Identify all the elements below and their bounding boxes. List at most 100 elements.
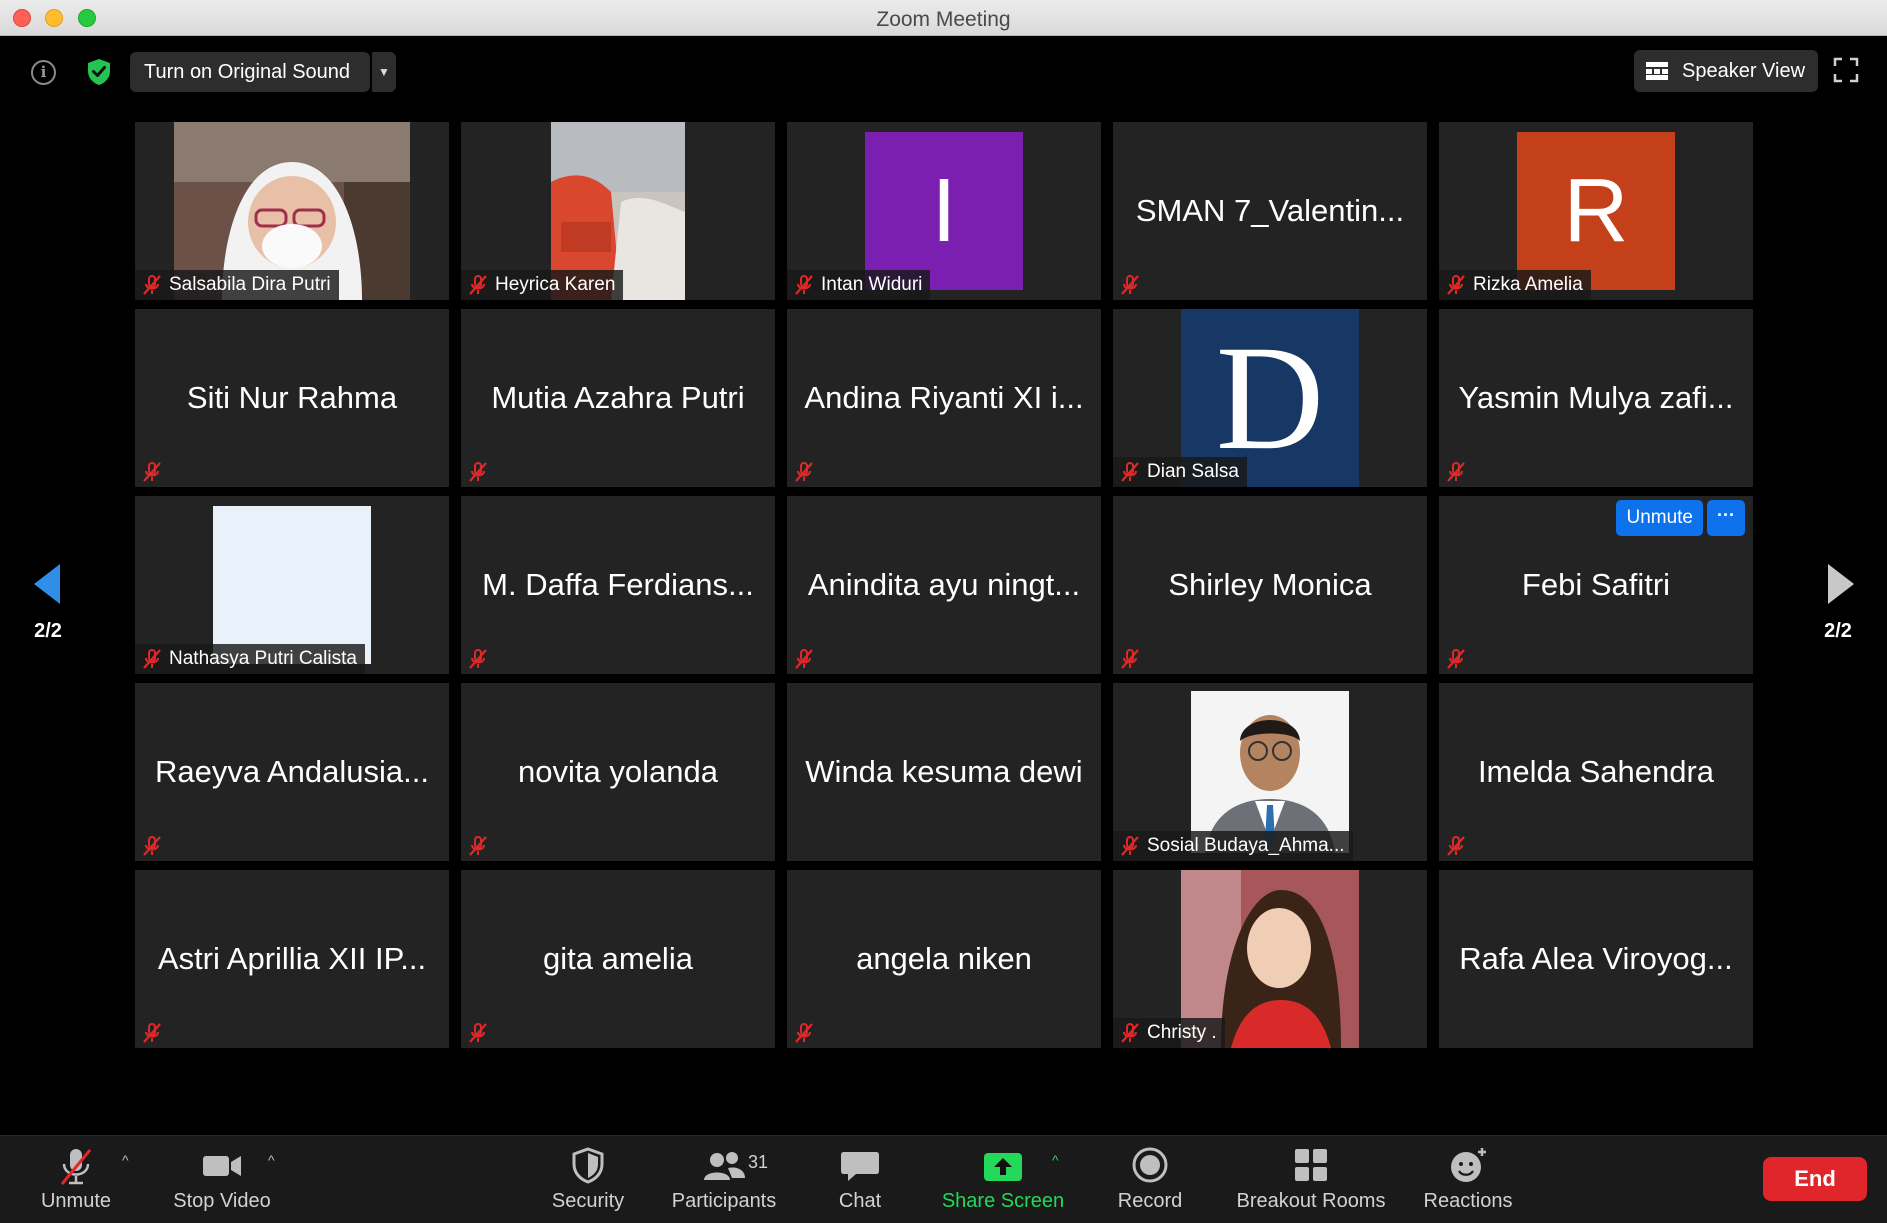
video-options-caret[interactable]: ^ xyxy=(268,1152,275,1168)
participant-name: Dian Salsa xyxy=(1147,461,1239,482)
share-screen-button[interactable]: Share Screen xyxy=(938,1144,1068,1218)
participant-name-label: Christy . xyxy=(1113,1018,1225,1048)
participant-name: gita amelia xyxy=(543,941,693,976)
record-button[interactable]: Record xyxy=(1112,1144,1188,1218)
muted-mic-icon xyxy=(795,275,813,295)
muted-mic-icon xyxy=(143,1023,161,1043)
muted-mic-icon xyxy=(1121,836,1139,856)
muted-mic-icon xyxy=(795,649,813,669)
share-options-caret[interactable]: ^ xyxy=(1052,1152,1059,1168)
page-indicator-right: 2/2 xyxy=(1824,620,1852,642)
record-icon xyxy=(1132,1147,1168,1183)
participant-name: Andina Riyanti XI i... xyxy=(804,380,1084,415)
participant-tile[interactable]: Nathasya Putri Calista xyxy=(135,496,449,674)
participant-tile[interactable]: Mutia Azahra Putri xyxy=(461,309,775,487)
record-label: Record xyxy=(1117,1190,1183,1212)
participant-tile[interactable]: novita yolanda xyxy=(461,683,775,861)
stop-video-button[interactable]: Stop Video xyxy=(168,1144,276,1218)
participant-tile[interactable]: Yasmin Mulya zafi... xyxy=(1439,309,1753,487)
participant-tile[interactable]: Raeyva Andalusia... xyxy=(135,683,449,861)
original-sound-dropdown[interactable]: ▼ xyxy=(372,52,396,92)
participants-count: 31 xyxy=(748,1152,769,1172)
end-meeting-button[interactable]: End xyxy=(1763,1157,1867,1201)
muted-mic-icon xyxy=(1121,462,1139,482)
participants-button[interactable]: Participants 31 xyxy=(664,1144,784,1218)
chat-label: Chat xyxy=(838,1190,882,1212)
participant-tile[interactable]: Shirley Monica xyxy=(1113,496,1427,674)
participant-tile[interactable]: Imelda Sahendra xyxy=(1439,683,1753,861)
share-screen-label: Share Screen xyxy=(941,1190,1065,1212)
breakout-rooms-button[interactable]: Breakout Rooms xyxy=(1230,1144,1392,1218)
participant-name: Sosial Budaya_Ahma... xyxy=(1147,835,1345,856)
participant-tile[interactable]: R Rizka Amelia xyxy=(1439,122,1753,300)
speaker-view-button[interactable]: Speaker View xyxy=(1634,50,1818,92)
microphone-muted-icon xyxy=(60,1149,92,1185)
participant-name: Rizka Amelia xyxy=(1473,274,1583,295)
meeting-toolbar: Unmute ^ Stop Video ^ Security Participa… xyxy=(0,1135,1887,1223)
muted-mic-icon xyxy=(143,836,161,856)
participant-tile[interactable]: Sosial Budaya_Ahma... xyxy=(1113,683,1427,861)
participant-tile[interactable]: Heyrica Karen xyxy=(461,122,775,300)
participant-tile[interactable]: M. Daffa Ferdians... xyxy=(461,496,775,674)
participant-tile[interactable]: Christy . xyxy=(1113,870,1427,1048)
muted-mic-icon xyxy=(469,836,487,856)
share-screen-icon xyxy=(984,1153,1022,1181)
shield-check-icon[interactable] xyxy=(86,58,112,86)
muted-mic-icon xyxy=(143,462,161,482)
fullscreen-icon[interactable] xyxy=(1832,56,1860,84)
participant-tile[interactable]: Astri Aprillia XII IP... xyxy=(135,870,449,1048)
participant-name: Raeyva Andalusia... xyxy=(154,754,429,789)
reactions-button[interactable]: Reactions xyxy=(1420,1144,1516,1218)
caret-down-icon: ▼ xyxy=(378,65,390,79)
participant-tile[interactable]: D Dian Salsa xyxy=(1113,309,1427,487)
participant-tile[interactable]: SMAN 7_Valentin... xyxy=(1113,122,1427,300)
participant-name: Heyrica Karen xyxy=(495,274,616,295)
meeting-area: i Turn on Original Sound ▼ Speaker View … xyxy=(0,36,1887,1135)
ask-to-unmute-button[interactable]: Unmute xyxy=(1616,500,1703,536)
participant-name: Salsabila Dira Putri xyxy=(169,274,331,295)
muted-mic-icon xyxy=(795,1023,813,1043)
muted-mic-icon xyxy=(1447,649,1465,669)
participant-name: Nathasya Putri Calista xyxy=(169,648,357,669)
security-shield-icon xyxy=(572,1147,604,1184)
unmute-button[interactable]: Unmute xyxy=(30,1144,122,1218)
audio-options-caret[interactable]: ^ xyxy=(122,1152,129,1168)
participant-tile[interactable]: Winda kesuma dewi xyxy=(787,683,1101,861)
security-button[interactable]: Security xyxy=(544,1144,632,1218)
next-page-arrow[interactable] xyxy=(1826,562,1856,606)
chat-bubble-icon xyxy=(841,1152,879,1181)
participant-name-label: Rizka Amelia xyxy=(1439,270,1591,300)
muted-mic-icon xyxy=(469,462,487,482)
muted-mic-icon xyxy=(1121,275,1139,295)
info-icon[interactable]: i xyxy=(31,60,56,85)
participant-name: angela niken xyxy=(856,941,1032,976)
gallery-grid: Salsabila Dira Putri Heyrica Karen I Int… xyxy=(135,122,1753,1048)
previous-page-arrow[interactable] xyxy=(32,562,62,606)
participant-tile[interactable]: angela niken xyxy=(787,870,1101,1048)
participant-tile[interactable]: Andina Riyanti XI i... xyxy=(787,309,1101,487)
participant-name: Yasmin Mulya zafi... xyxy=(1458,380,1734,415)
participant-tile[interactable]: I Intan Widuri xyxy=(787,122,1101,300)
participant-tile[interactable]: Salsabila Dira Putri xyxy=(135,122,449,300)
participant-tile[interactable]: Unmute ··· Febi Safitri xyxy=(1439,496,1753,674)
more-options-button[interactable]: ··· xyxy=(1707,500,1745,536)
title-bar: Zoom Meeting xyxy=(0,0,1887,36)
participants-icon xyxy=(704,1152,745,1180)
muted-mic-icon xyxy=(1121,1023,1139,1043)
participant-name: Christy . xyxy=(1147,1022,1217,1043)
participant-name-label: Sosial Budaya_Ahma... xyxy=(1113,831,1353,861)
muted-mic-icon xyxy=(1447,836,1465,856)
original-sound-button[interactable]: Turn on Original Sound xyxy=(130,52,370,92)
muted-mic-icon xyxy=(795,462,813,482)
participant-name: Astri Aprillia XII IP... xyxy=(157,941,427,976)
muted-mic-icon xyxy=(1447,462,1465,482)
participant-tile[interactable]: Siti Nur Rahma xyxy=(135,309,449,487)
view-grid-icon xyxy=(1646,62,1668,80)
muted-mic-icon xyxy=(1121,649,1139,669)
participant-tile[interactable]: gita amelia xyxy=(461,870,775,1048)
participant-name: Shirley Monica xyxy=(1168,567,1372,602)
participant-tile[interactable]: Anindita ayu ningt... xyxy=(787,496,1101,674)
chat-button[interactable]: Chat xyxy=(830,1144,890,1218)
participant-name: Mutia Azahra Putri xyxy=(491,380,745,415)
participant-tile[interactable]: Rafa Alea Viroyog... xyxy=(1439,870,1753,1048)
